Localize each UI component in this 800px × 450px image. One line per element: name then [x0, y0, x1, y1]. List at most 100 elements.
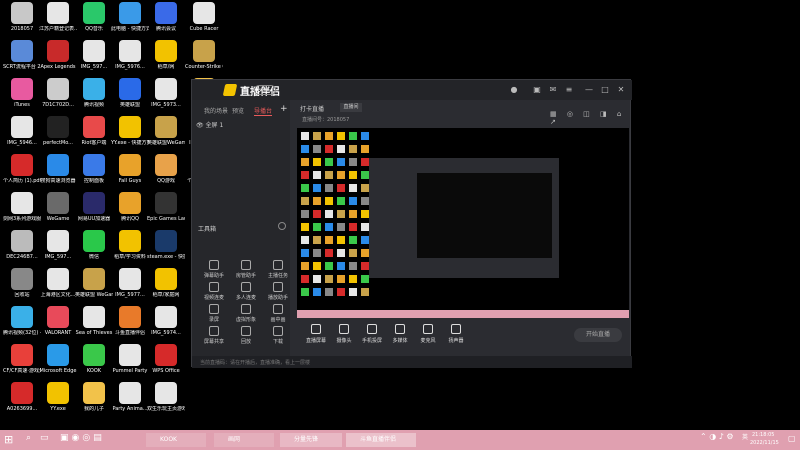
tool-icon[interactable]: [273, 304, 283, 314]
desktop-icon[interactable]: Riot客户端: [76, 115, 112, 146]
desktop-icon[interactable]: IMG_5973...: [148, 77, 184, 108]
notification-icon[interactable]: ▢: [788, 434, 796, 446]
desktop-icon[interactable]: YY.exe: [40, 381, 76, 412]
desktop-icon[interactable]: WPS Office: [148, 343, 184, 374]
desktop-icon[interactable]: IMG_5976...: [112, 39, 148, 70]
desktop-icon[interactable]: QQ音乐: [76, 1, 112, 32]
taskbar-app-2[interactable]: 画网: [214, 433, 274, 447]
desktop-icon[interactable]: 英雄联盟: [112, 77, 148, 108]
desktop-icon[interactable]: 剑网3系列游戏服: [3, 191, 41, 222]
tool-icon[interactable]: [209, 304, 219, 314]
room-dropdown[interactable]: 直播间: [340, 103, 362, 112]
desktop-icon[interactable]: 腾讯视频(32位) - 快捷: [3, 305, 41, 336]
desktop-icon[interactable]: Sea of Thieves: [76, 305, 112, 336]
desktop-icon[interactable]: 网易UU加速器: [76, 191, 112, 222]
clock-date[interactable]: 2022/11/15: [750, 440, 779, 446]
tray-icons[interactable]: ⌃ ◑ ♪ ⚙: [700, 432, 734, 441]
desktop-icon[interactable]: QQ游戏: [148, 153, 184, 184]
tool-icon[interactable]: [209, 282, 219, 292]
bottom-action[interactable]: 摄像头: [330, 324, 358, 344]
desktop-icon[interactable]: 英雄联盟 WeGame版: [75, 267, 113, 298]
desktop-icon[interactable]: 我的儿子: [76, 381, 112, 412]
avatar[interactable]: ●: [509, 85, 519, 95]
start-live-button[interactable]: 开始直播: [574, 328, 622, 342]
desktop-icon[interactable]: A0263699...: [4, 381, 40, 412]
bottom-action[interactable]: 扬声器: [442, 324, 470, 344]
desktop-icon[interactable]: WeGame: [40, 191, 76, 222]
desktop-icon[interactable]: Fall Guys: [112, 153, 148, 184]
taskbar-app-douyu[interactable]: 斗鱼直播伴侣: [346, 433, 416, 447]
desktop-icon[interactable]: IMG_597...: [76, 39, 112, 70]
desktop-icon[interactable]: IMG_597...: [40, 229, 76, 260]
desktop-icon[interactable]: 微信: [76, 229, 112, 260]
tool-icon[interactable]: [273, 326, 283, 336]
taskbar-app-3[interactable]: 分量先锋: [280, 433, 342, 447]
desktop-icon[interactable]: 7D1C702D...: [40, 77, 76, 108]
desktop-icon[interactable]: 斗鱼直播伴侣: [112, 305, 148, 336]
bottom-action[interactable]: 麦克风: [414, 324, 442, 344]
tool-icon[interactable]: [241, 304, 251, 314]
windows-start-icon[interactable]: ⊞: [4, 434, 16, 446]
desktop-icon[interactable]: 腾讯QQ: [112, 191, 148, 222]
desktop-icon[interactable]: IMG_5974...: [148, 305, 184, 336]
desktop-icon[interactable]: Counter-Strike Global Off...: [185, 39, 223, 70]
close-icon[interactable]: ✕: [616, 85, 626, 95]
desktop-icon[interactable]: 腾讯视频: [76, 77, 112, 108]
desktop-icon[interactable]: 回收站: [4, 267, 40, 298]
mail-icon[interactable]: ✉: [548, 85, 558, 95]
desktop-icon[interactable]: Epic Games Launcher: [147, 191, 185, 222]
tab-director[interactable]: 导播台: [254, 106, 273, 116]
desktop-icon[interactable]: 英雄联盟WeGame平台: [147, 115, 185, 146]
minimize-icon[interactable]: —: [584, 85, 594, 95]
desktop-icon[interactable]: IMG_5977...: [112, 267, 148, 298]
desktop-icon[interactable]: 此电脑 - 快捷方式: [111, 1, 149, 32]
pinned-apps[interactable]: ▣◉◎▤: [60, 433, 130, 447]
bottom-action[interactable]: 手机投屏: [358, 324, 386, 344]
tool-icon[interactable]: [209, 260, 219, 270]
taskbar-app-kook[interactable]: KOOK: [146, 433, 206, 447]
tool-icon[interactable]: [241, 282, 251, 292]
desktop-icon[interactable]: steam.exe - 快捷方式: [147, 229, 185, 260]
tool-icon[interactable]: [241, 326, 251, 336]
tool-icon[interactable]: [273, 282, 283, 292]
tab-preview[interactable]: 预览: [232, 106, 244, 115]
preview-tools[interactable]: ▦ ◎ ◫ ◨ ⌂ ↗: [550, 110, 626, 126]
desktop-icon[interactable]: KOOK: [76, 343, 112, 374]
shirt-icon[interactable]: ▣: [532, 85, 542, 95]
tool-icon[interactable]: [209, 326, 219, 336]
desktop-icon[interactable]: 稻草/家庭网: [148, 267, 184, 298]
desktop-icon[interactable]: VALORANT: [40, 305, 76, 336]
add-scene-icon[interactable]: +: [280, 104, 288, 114]
desktop-icon[interactable]: 搜狗高速浏览器: [40, 153, 76, 184]
clock-time[interactable]: 21:18:05: [752, 432, 774, 438]
ime-indicator[interactable]: 英: [742, 432, 748, 441]
bottom-action[interactable]: 多媒体: [386, 324, 414, 344]
desktop-icon[interactable]: IMG_5946...: [4, 115, 40, 146]
desktop-icon[interactable]: Party Anima...: [112, 381, 148, 412]
desktop-icon[interactable]: Cube Racer: [186, 1, 222, 32]
desktop-icon[interactable]: CF/CF高速·游戏大厅: [3, 343, 41, 374]
desktop-icon[interactable]: 控制面板: [76, 153, 112, 184]
maximize-icon[interactable]: □: [600, 85, 610, 95]
desktop-icon[interactable]: iTunes: [4, 77, 40, 108]
desktop-icon[interactable]: 个人简历 (1).pdf: [3, 153, 41, 184]
desktop-icon[interactable]: 稻草/学习资料: [112, 229, 148, 260]
desktop-icon[interactable]: perfectMo...: [40, 115, 76, 146]
tab-scenes[interactable]: 我的场景: [204, 106, 228, 115]
search-icon[interactable]: ⌕: [26, 433, 31, 443]
bottom-action[interactable]: 直播屏幕: [302, 324, 330, 344]
taskview-icon[interactable]: ▭: [40, 433, 49, 443]
desktop-icon[interactable]: 双生乐玩主页游戏...: [147, 381, 185, 412]
settings-icon[interactable]: [278, 222, 286, 230]
desktop-icon[interactable]: Apex Legends: [40, 39, 76, 70]
tool-icon[interactable]: [273, 260, 283, 270]
desktop-icon[interactable]: Pummel Party: [112, 343, 148, 374]
desktop-icon[interactable]: 2018057: [4, 1, 40, 32]
desktop-icon[interactable]: Microsoft Edge: [40, 343, 76, 374]
source-row[interactable]: 👁 全屏 1: [196, 120, 223, 129]
desktop-icon[interactable]: YY.exe - 快捷方式: [111, 115, 149, 146]
menu-icon[interactable]: ≡: [564, 85, 574, 95]
desktop-icon[interactable]: 上海港区文化...: [40, 267, 76, 298]
tool-icon[interactable]: [241, 260, 251, 270]
desktop-icon[interactable]: 稻草/网: [148, 39, 184, 70]
